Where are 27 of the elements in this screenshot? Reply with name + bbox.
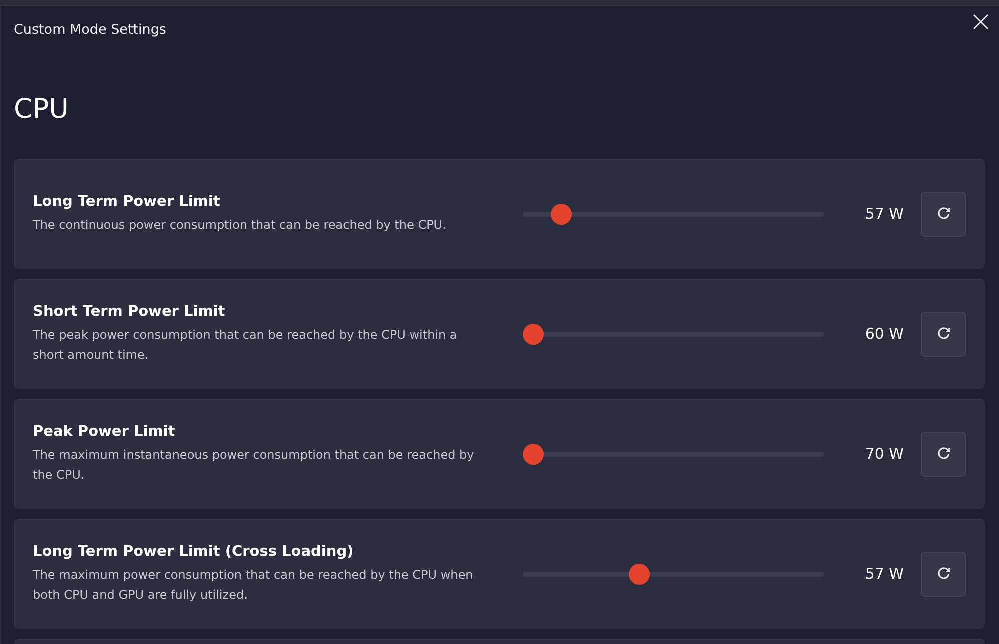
setting-description: The continuous power consumption that can be reached by the CPU. [33, 216, 448, 234]
slider-thumb[interactable] [523, 324, 544, 344]
setting-value: 57 W [864, 205, 904, 223]
slider-thumb[interactable] [629, 564, 650, 584]
section-heading: CPU [14, 94, 70, 126]
setting-description: The maximum power consumption that can be reached by the CPU when both CPU and GPU are fully utilized. [33, 566, 474, 604]
reset-button[interactable] [921, 552, 966, 596]
reset-button[interactable] [921, 432, 966, 476]
reset-icon [936, 567, 950, 581]
setting-description: The maximum instantaneous power consumption that can be reached by the CPU. [33, 446, 476, 484]
dialog-title: Custom Mode Settings [14, 21, 166, 38]
setting-title: Peak Power Limit [33, 424, 176, 440]
reset-button[interactable] [921, 312, 966, 356]
setting-value: 60 W [864, 325, 904, 343]
reset-icon [936, 327, 950, 341]
slider-thumb[interactable] [523, 444, 544, 464]
setting-title: Long Term Power Limit [33, 194, 222, 210]
setting-description: The peak power consumption that can be reached by the CPU within a short amount time. [33, 326, 458, 364]
setting-title: Short Term Power Limit [33, 304, 226, 320]
setting-title: Long Term Power Limit (Cross Loading) [33, 544, 355, 560]
setting-value: 57 W [864, 565, 904, 583]
close-icon [973, 14, 989, 30]
reset-icon [936, 207, 950, 221]
reset-button[interactable] [921, 192, 966, 236]
setting-value: 70 W [864, 445, 904, 463]
reset-icon [936, 447, 950, 461]
slider-thumb[interactable] [551, 204, 572, 224]
